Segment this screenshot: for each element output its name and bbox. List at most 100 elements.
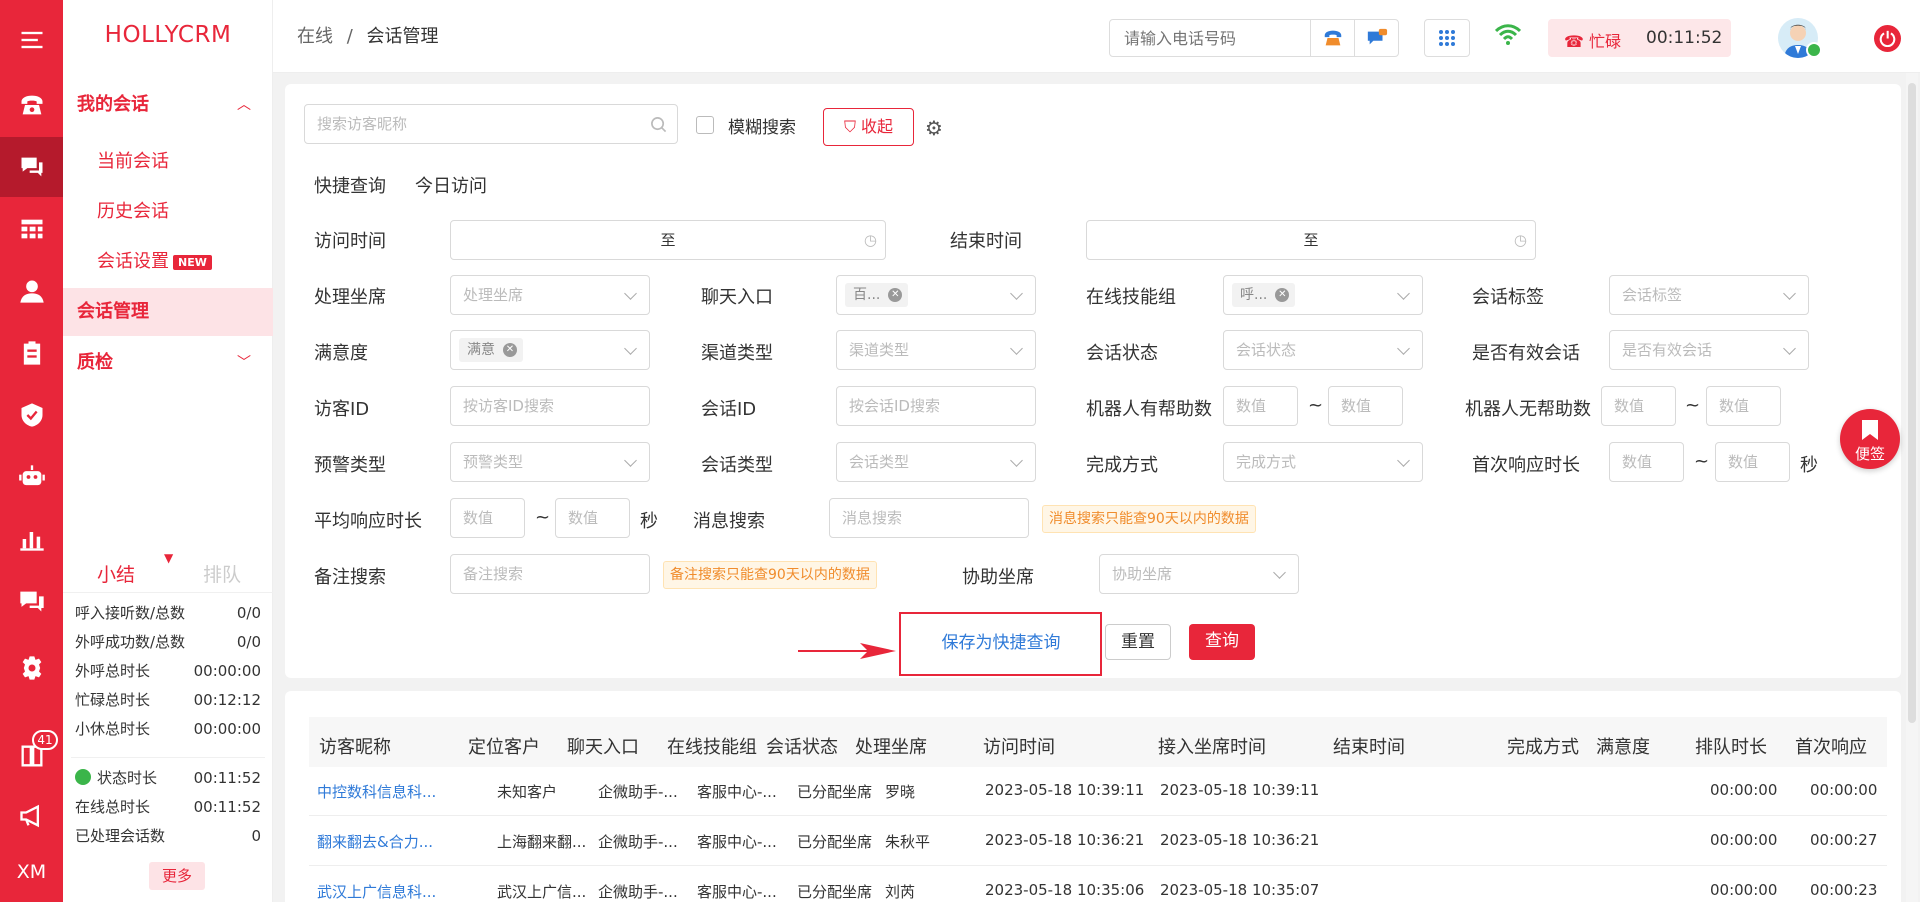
skill-group-select[interactable]: 呼... ✕: [1223, 275, 1423, 315]
phone-input[interactable]: [1110, 20, 1310, 56]
avg-resp-max[interactable]: 数值: [555, 498, 630, 538]
session-status-select[interactable]: 会话状态: [1223, 330, 1423, 370]
breadcrumb-root[interactable]: 在线: [297, 26, 333, 47]
note-float-button[interactable]: 便签: [1840, 409, 1900, 469]
results-table: 访客昵称 定位客户 聊天入口 在线技能组 会话状态 处理坐席 访问时间 接入坐席…: [285, 691, 1901, 902]
search-icon: [651, 117, 667, 133]
finish-way-select[interactable]: 完成方式: [1223, 442, 1423, 482]
skill-group-tag: 呼... ✕: [1232, 283, 1296, 307]
busy-status-label: ☎ 忙碌: [1564, 32, 1622, 51]
sidebar-item-session-mgmt[interactable]: 会话管理: [63, 288, 273, 336]
status-check-icon: [75, 769, 91, 785]
stat-row: 已处理会话数 0: [75, 827, 261, 845]
end-time-range[interactable]: 至 ◷: [1086, 220, 1536, 260]
bot-helpful-max[interactable]: 数值: [1328, 386, 1403, 426]
valid-session-label: 是否有效会话: [1472, 343, 1580, 364]
more-button[interactable]: 更多: [149, 862, 205, 890]
sec-unit: 秒: [1800, 455, 1818, 476]
caret-down-icon: ▼: [164, 551, 174, 565]
remark-search-input[interactable]: 备注搜索: [450, 554, 650, 594]
robot-icon[interactable]: [0, 447, 63, 507]
tag-close-icon[interactable]: ✕: [503, 343, 517, 357]
dial-icon[interactable]: [1310, 20, 1354, 56]
first-resp-max[interactable]: 数值: [1715, 442, 1790, 482]
stat-row: 呼入接听数/总数 0/0: [75, 604, 261, 622]
bookmark-icon: [1862, 420, 1878, 440]
grid-icon[interactable]: [0, 199, 63, 259]
filter-icon: ⛉: [843, 117, 856, 136]
sidebar-item-settings[interactable]: 会话设置 NEW: [97, 247, 212, 273]
bot-helpful-min[interactable]: 数值: [1223, 386, 1298, 426]
first-resp-min[interactable]: 数值: [1609, 442, 1684, 482]
bot-unhelpful-max[interactable]: 数值: [1706, 386, 1781, 426]
visitor-search-input[interactable]: 搜索访客昵称: [304, 104, 678, 144]
visit-time-range[interactable]: 至 ◷: [450, 220, 886, 260]
quick-query-label: 快捷查询: [314, 176, 386, 197]
dialpad-button[interactable]: [1424, 19, 1470, 57]
collapse-button[interactable]: ⛉ 收起: [823, 108, 914, 146]
visitor-id-input[interactable]: 按访客ID搜索: [450, 386, 650, 426]
avg-resp-min[interactable]: 数值: [450, 498, 525, 538]
phone-icon[interactable]: [0, 75, 63, 135]
menu-toggle-icon[interactable]: [0, 10, 63, 70]
gear-icon[interactable]: ⚙: [925, 116, 943, 140]
alert-type-select[interactable]: 预警类型: [450, 442, 650, 482]
chevron-up-icon: ︿: [237, 97, 251, 113]
breadcrumb: 在线 / 会话管理: [297, 26, 439, 47]
megaphone-icon[interactable]: [0, 786, 63, 846]
bot-unhelpful-min[interactable]: 数值: [1601, 386, 1676, 426]
page-scrollbar[interactable]: [1906, 73, 1918, 902]
session-id-input[interactable]: 按会话ID搜索: [836, 386, 1036, 426]
satisfaction-tag: 满意 ✕: [459, 338, 523, 362]
agent-status[interactable]: ☎ 忙碌 00:11:52: [1548, 19, 1731, 57]
assist-agent-label: 协助坐席: [962, 567, 1034, 588]
tab-queue[interactable]: 排队: [203, 560, 241, 587]
menu-my-sessions[interactable]: 我的会话 ︿: [63, 80, 273, 130]
power-button[interactable]: [1874, 25, 1901, 52]
stat-row: 小休总时长 00:00:00: [75, 720, 261, 738]
save-quick-query-button[interactable]: 保存为快捷查询: [913, 626, 1089, 662]
msg-search-input[interactable]: 消息搜索: [829, 498, 1029, 538]
first-resp-label: 首次响应时长: [1472, 455, 1580, 476]
chat-icon[interactable]: [0, 137, 63, 197]
user-initials[interactable]: XM: [0, 842, 63, 902]
sms-icon[interactable]: [1354, 20, 1398, 56]
fuzzy-checkbox[interactable]: [696, 116, 714, 134]
agent-select[interactable]: 处理坐席: [450, 275, 650, 315]
reset-button[interactable]: 重置: [1105, 624, 1171, 660]
top-bar: 在线 / 会话管理 ☎ 忙碌 00:11:52: [273, 0, 1920, 73]
gear-icon[interactable]: [0, 638, 63, 698]
tag-close-icon[interactable]: ✕: [888, 288, 903, 302]
message-icon[interactable]: [0, 571, 63, 631]
assist-agent-select[interactable]: 协助坐席: [1099, 554, 1299, 594]
msg-search-label: 消息搜索: [693, 511, 765, 532]
session-tag-select[interactable]: 会话标签: [1609, 275, 1809, 315]
table-header: 访客昵称 定位客户 聊天入口 在线技能组 会话状态 处理坐席 访问时间 接入坐席…: [309, 717, 1887, 767]
channel-type-select[interactable]: 渠道类型: [836, 330, 1036, 370]
end-time-label: 结束时间: [950, 231, 1022, 252]
sidebar-item-history[interactable]: 历史会话: [97, 197, 169, 223]
tab-summary[interactable]: 小结: [97, 560, 135, 587]
online-check-icon: [1806, 42, 1822, 58]
user-icon[interactable]: [0, 261, 63, 321]
session-type-select[interactable]: 会话类型: [836, 442, 1036, 482]
sidebar-item-current[interactable]: 当前会话: [97, 147, 169, 173]
chat-entry-select[interactable]: 百... ✕: [836, 275, 1036, 315]
phone-search: [1109, 19, 1399, 57]
book-icon[interactable]: 41: [0, 726, 63, 786]
satisfaction-select[interactable]: 满意 ✕: [450, 330, 650, 370]
clock-icon: ◷: [863, 231, 877, 249]
bot-helpful-label: 机器人有帮助数: [1086, 399, 1212, 420]
tag-close-icon[interactable]: ✕: [1275, 288, 1290, 302]
avg-resp-label: 平均响应时长: [314, 511, 422, 532]
clipboard-icon[interactable]: [0, 323, 63, 383]
remark-search-warning: 备注搜索只能查90天以内的数据: [663, 561, 877, 589]
valid-session-select[interactable]: 是否有效会话: [1609, 330, 1809, 370]
skill-group-label: 在线技能组: [1086, 287, 1176, 308]
today-visit-chip[interactable]: 今日访问: [415, 172, 487, 198]
scrollbar-thumb[interactable]: [1908, 83, 1916, 723]
shield-icon[interactable]: [0, 385, 63, 445]
query-button[interactable]: 查询: [1189, 624, 1255, 660]
menu-qc[interactable]: 质检 ﹀: [63, 338, 273, 388]
bar-chart-icon[interactable]: [0, 509, 63, 569]
